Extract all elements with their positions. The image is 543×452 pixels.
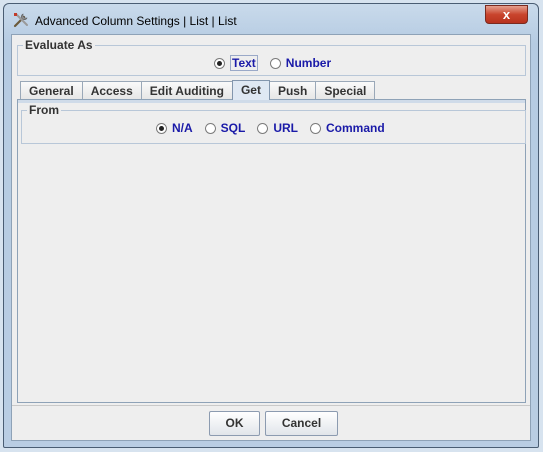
tools-icon xyxy=(12,11,30,29)
tab-strip: General Access Edit Auditing Get Push Sp… xyxy=(20,80,376,100)
option-label: Number xyxy=(285,56,332,70)
evaluate-as-option-text[interactable]: Text xyxy=(214,55,258,71)
radio-button[interactable] xyxy=(156,122,167,134)
footer-divider xyxy=(12,405,530,406)
evaluate-as-group: Evaluate As Text Number xyxy=(17,38,526,76)
from-option-sql[interactable]: SQL xyxy=(204,121,246,135)
close-button[interactable]: x xyxy=(485,5,528,24)
from-options: N/A SQL URL Command xyxy=(156,121,397,135)
option-label: Command xyxy=(326,121,385,135)
option-label: Text xyxy=(230,55,258,71)
option-label: N/A xyxy=(172,121,193,135)
tab-special[interactable]: Special xyxy=(315,81,376,99)
tab-push[interactable]: Push xyxy=(268,81,317,99)
dialog-window: Advanced Column Settings | List | List x… xyxy=(3,3,539,448)
from-title: From xyxy=(27,103,61,117)
tab-edit-auditing[interactable]: Edit Auditing xyxy=(140,81,233,99)
dialog-content: Evaluate As Text Number General Access E… xyxy=(11,34,531,441)
radio-button[interactable] xyxy=(269,57,281,69)
from-option-na[interactable]: N/A xyxy=(156,121,193,135)
from-group: From N/A SQL URL Command xyxy=(21,103,526,144)
ok-button[interactable]: OK xyxy=(209,411,260,436)
radio-button[interactable] xyxy=(310,122,322,134)
window-title: Advanced Column Settings | List | List xyxy=(35,14,237,28)
title-bar[interactable]: Advanced Column Settings | List | List x xyxy=(4,4,538,34)
get-tab-panel: From N/A SQL URL Command xyxy=(17,99,526,403)
tab-get[interactable]: Get xyxy=(231,80,270,100)
evaluate-as-title: Evaluate As xyxy=(23,38,95,52)
option-label: SQL xyxy=(220,121,246,135)
radio-button[interactable] xyxy=(204,122,216,134)
from-option-command[interactable]: Command xyxy=(310,121,385,135)
cancel-button[interactable]: Cancel xyxy=(265,411,338,436)
from-option-url[interactable]: URL xyxy=(257,121,298,135)
radio-button[interactable] xyxy=(257,122,269,134)
tab-access[interactable]: Access xyxy=(81,81,142,99)
evaluate-as-option-number[interactable]: Number xyxy=(269,56,332,70)
radio-button[interactable] xyxy=(214,57,225,69)
evaluate-as-options: Text Number xyxy=(214,55,343,71)
tab-general[interactable]: General xyxy=(20,81,83,99)
option-label: URL xyxy=(273,121,299,135)
